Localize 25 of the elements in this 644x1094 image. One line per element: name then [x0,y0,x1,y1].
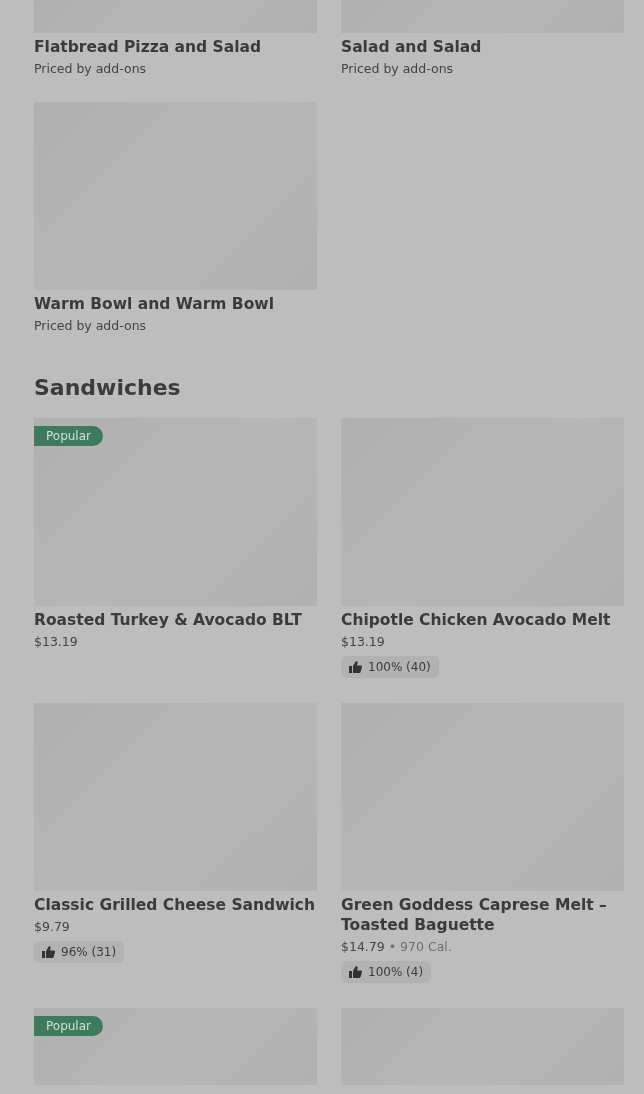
rating-badge: 96% (31) [34,941,125,963]
rating-badge: 100% (40) [341,656,439,678]
item-price: $14.79 [341,939,385,954]
item-name[interactable]: Salad and Salad [341,37,624,57]
item-name[interactable]: Warm Bowl and Warm Bowl [34,294,317,314]
separator-dot: • [387,939,398,954]
rating-badge: 100% (4) [341,961,432,983]
thumbs-up-icon [349,966,362,978]
item-price: Priced by add-ons [34,61,147,76]
item-name[interactable]: Roasted Turkey & Avocado BLT [34,610,317,630]
section-heading: Sandwiches [34,374,182,402]
popular-badge: Popular [34,1016,103,1036]
item-name[interactable]: Classic Grilled Cheese Sandwich [34,895,317,915]
item-name[interactable]: Green Goddess Caprese Melt – Toasted Baguette [341,895,624,935]
item-price: $13.19 [341,634,385,649]
item-calories: 970 Cal. [400,939,452,954]
item-price: Priced by add-ons [341,61,454,76]
thumbs-up-icon [349,661,362,673]
item-name[interactable]: Flatbread Pizza and Salad [34,37,317,57]
popular-badge: Popular [34,426,103,446]
item-name[interactable]: Chipotle Chicken Avocado Melt [341,610,624,630]
item-price: Priced by add-ons [34,318,147,333]
thumbs-up-icon [42,946,55,958]
item-price: $13.19 [34,634,78,649]
item-price: $9.79 [34,919,70,934]
